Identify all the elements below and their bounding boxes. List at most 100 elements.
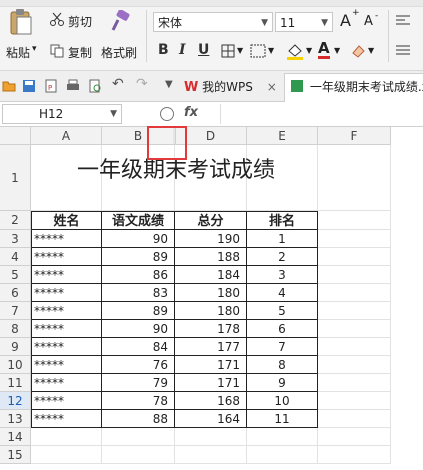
align-justify-icon[interactable] xyxy=(395,44,411,58)
data-cell[interactable]: 8 xyxy=(247,356,318,374)
data-cell[interactable]: 79 xyxy=(102,374,175,392)
data-cell[interactable]: ***** xyxy=(31,320,102,338)
data-cell[interactable]: 164 xyxy=(175,410,247,428)
formula-input[interactable] xyxy=(220,104,423,124)
row-header-1[interactable]: 1 xyxy=(0,145,31,211)
data-cell[interactable]: 83 xyxy=(102,284,175,302)
data-cell[interactable]: 3 xyxy=(247,266,318,284)
select-all-corner[interactable] xyxy=(0,127,31,145)
data-cell[interactable]: 90 xyxy=(102,230,175,248)
data-cell[interactable]: ***** xyxy=(31,356,102,374)
grid-cell[interactable] xyxy=(318,356,391,374)
tab-my-wps[interactable]: W 我的WPS × xyxy=(184,75,277,99)
data-cell[interactable]: 88 xyxy=(102,410,175,428)
data-cell[interactable]: 90 xyxy=(102,320,175,338)
grid-cell[interactable] xyxy=(318,320,391,338)
grid-cell[interactable] xyxy=(247,446,318,464)
grid-cell[interactable] xyxy=(318,145,391,211)
row-header-14[interactable]: 14 xyxy=(0,428,31,446)
data-cell[interactable]: 180 xyxy=(175,284,247,302)
data-cell[interactable]: 6 xyxy=(247,320,318,338)
grid-cell[interactable] xyxy=(318,428,391,446)
tab-document[interactable]: 一年级期末考试成绩.x xyxy=(284,73,423,102)
data-cell[interactable]: ***** xyxy=(31,338,102,356)
customize-toolbar-icon[interactable]: ▼ xyxy=(165,79,173,90)
column-heading[interactable]: 排名 xyxy=(247,211,318,230)
grid-cell[interactable] xyxy=(318,374,391,392)
fill-color-icon[interactable] xyxy=(286,42,304,60)
data-cell[interactable]: 168 xyxy=(175,392,247,410)
font-name-select[interactable]: 宋体 ▼ xyxy=(153,12,273,32)
row-header-4[interactable]: 4 xyxy=(0,248,31,266)
column-heading[interactable]: 总分 xyxy=(175,211,247,230)
grid-cell[interactable] xyxy=(318,230,391,248)
grid-cell[interactable] xyxy=(102,446,175,464)
data-cell[interactable]: 11 xyxy=(247,410,318,428)
grid-cell[interactable] xyxy=(247,428,318,446)
data-cell[interactable]: ***** xyxy=(31,230,102,248)
data-cell[interactable]: 9 xyxy=(247,374,318,392)
merge-cells-icon[interactable] xyxy=(250,44,266,58)
data-cell[interactable]: 190 xyxy=(175,230,247,248)
grid-cell[interactable] xyxy=(318,302,391,320)
row-header-15[interactable]: 15 xyxy=(0,446,31,464)
row-header-6[interactable]: 6 xyxy=(0,284,31,302)
grid-cell[interactable] xyxy=(318,392,391,410)
data-cell[interactable]: 84 xyxy=(102,338,175,356)
chevron-down-icon[interactable]: ▼ xyxy=(237,46,243,55)
row-header-11[interactable]: 11 xyxy=(0,374,31,392)
data-cell[interactable]: ***** xyxy=(31,302,102,320)
data-cell[interactable]: 188 xyxy=(175,248,247,266)
copy-button[interactable]: 复制 xyxy=(68,44,92,61)
column-header-a[interactable]: A xyxy=(31,127,102,145)
column-heading[interactable]: 语文成绩 xyxy=(102,211,175,230)
align-left-icon[interactable] xyxy=(395,14,411,28)
row-header-7[interactable]: 7 xyxy=(0,302,31,320)
scissors-icon[interactable] xyxy=(50,12,64,26)
grid-cell[interactable] xyxy=(318,266,391,284)
data-cell[interactable]: 89 xyxy=(102,302,175,320)
grid-cell[interactable] xyxy=(175,428,247,446)
chevron-down-icon[interactable]: ▼ xyxy=(368,46,374,55)
font-color-icon[interactable]: A xyxy=(318,40,330,59)
data-cell[interactable]: 10 xyxy=(247,392,318,410)
name-box[interactable]: H12 ▼ xyxy=(2,104,122,124)
data-cell[interactable]: 5 xyxy=(247,302,318,320)
data-cell[interactable]: 178 xyxy=(175,320,247,338)
data-cell[interactable]: 1 xyxy=(247,230,318,248)
grid-cell[interactable] xyxy=(31,446,102,464)
data-cell[interactable]: ***** xyxy=(31,392,102,410)
data-cell[interactable]: 78 xyxy=(102,392,175,410)
column-header-e[interactable]: E xyxy=(247,127,318,145)
grid-cell[interactable] xyxy=(318,248,391,266)
grid-cell[interactable] xyxy=(175,446,247,464)
format-painter-button[interactable]: 格式刷 xyxy=(101,44,137,61)
row-header-5[interactable]: 5 xyxy=(0,266,31,284)
row-header-9[interactable]: 9 xyxy=(0,338,31,356)
underline-button[interactable]: U xyxy=(198,42,209,58)
close-icon[interactable]: × xyxy=(267,80,277,94)
paste-icon[interactable] xyxy=(8,8,34,36)
redo-icon[interactable]: ↷ xyxy=(136,76,148,92)
format-painter-icon[interactable] xyxy=(110,10,130,32)
data-cell[interactable]: 171 xyxy=(175,356,247,374)
clear-format-icon[interactable] xyxy=(350,43,366,59)
grid-cell[interactable] xyxy=(318,284,391,302)
row-header-2[interactable]: 2 xyxy=(0,211,31,230)
cut-button[interactable]: 剪切 xyxy=(68,13,92,30)
grid-cell[interactable] xyxy=(318,338,391,356)
paste-dropdown-icon[interactable]: ▾ xyxy=(32,44,37,54)
data-cell[interactable]: 4 xyxy=(247,284,318,302)
undo-icon[interactable]: ↶ xyxy=(112,76,124,92)
data-cell[interactable]: ***** xyxy=(31,284,102,302)
column-heading[interactable]: 姓名 xyxy=(31,211,102,230)
italic-button[interactable]: I xyxy=(179,42,186,58)
row-header-3[interactable]: 3 xyxy=(0,230,31,248)
print-preview-icon[interactable] xyxy=(88,79,102,93)
grid-cell[interactable] xyxy=(102,428,175,446)
spreadsheet-grid[interactable]: A B D E F 1 2 3 4 5 6 7 8 9 10 11 12 13 14 15 一年级期末考试成绩 姓名 语文成… xyxy=(0,127,423,470)
open-folder-icon[interactable] xyxy=(2,79,16,93)
data-cell[interactable]: 180 xyxy=(175,302,247,320)
save-icon[interactable] xyxy=(22,79,36,93)
row-header-12[interactable]: 12 xyxy=(0,392,31,410)
